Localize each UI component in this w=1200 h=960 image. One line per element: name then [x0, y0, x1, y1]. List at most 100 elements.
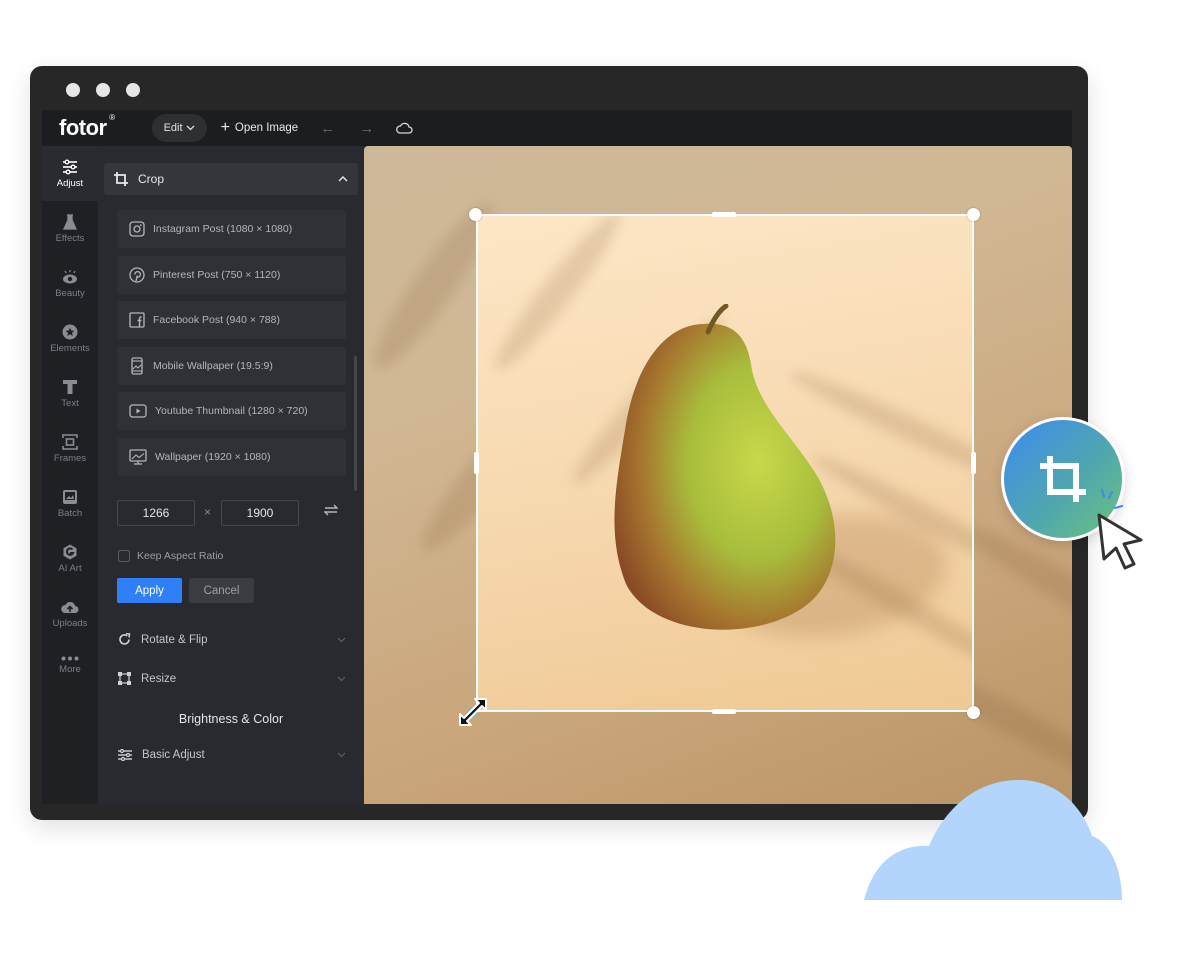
crop-icon: [114, 172, 128, 186]
crop-handle-bottom-right[interactable]: [967, 706, 980, 719]
text-icon: [63, 379, 77, 394]
dimension-separator: ×: [204, 505, 212, 519]
sidebar-label: Adjust: [56, 177, 84, 189]
undo-arrow-left-icon[interactable]: ←: [320, 120, 335, 137]
star-circle-icon: [62, 324, 78, 339]
open-image-label: Open Image: [234, 122, 299, 134]
youtube-icon: [129, 404, 147, 418]
sidebar-item-ai-art[interactable]: AI Art: [42, 531, 98, 586]
crop-preset-instagram[interactable]: Instagram Post (1080 × 1080): [117, 210, 346, 248]
crop-preset-pinterest[interactable]: Pinterest Post (750 × 1120): [117, 256, 346, 294]
crop-height-input[interactable]: 1900: [221, 500, 299, 526]
basic-adjust-section[interactable]: Basic Adjust: [118, 749, 346, 761]
window-maximize-button[interactable]: [126, 83, 140, 97]
keep-aspect-ratio-label: Keep Aspect Ratio: [137, 550, 224, 562]
sidebar-item-text[interactable]: Text: [42, 366, 98, 421]
panel-scrollbar[interactable]: [354, 356, 357, 491]
sidebar-item-uploads[interactable]: Uploads: [42, 586, 98, 641]
preset-label: Pinterest Post (750 × 1120): [153, 269, 281, 281]
window-controls: [66, 83, 140, 97]
window-minimize-button[interactable]: [96, 83, 110, 97]
adjust-panel: Crop Instagram Post (1080 × 1080) Pinter…: [98, 146, 364, 804]
decorative-cloud-icon: [864, 780, 1122, 900]
batch-icon: [63, 489, 77, 504]
chevron-down-icon: [337, 637, 346, 642]
sidebar-label: Frames: [53, 452, 87, 464]
crop-preset-wallpaper[interactable]: Wallpaper (1920 × 1080): [117, 438, 346, 476]
edit-menu-button[interactable]: Edit: [151, 114, 207, 142]
click-sparkle-icon: [1100, 488, 1124, 510]
chevron-down-icon: [337, 752, 346, 758]
instagram-icon: [129, 221, 145, 237]
keep-aspect-ratio-checkbox[interactable]: [118, 550, 130, 562]
plus-icon: +: [220, 119, 230, 136]
crop-preset-facebook[interactable]: Facebook Post (940 × 788): [117, 301, 346, 339]
pinterest-icon: [129, 267, 145, 283]
mobile-icon: [131, 357, 143, 375]
crop-section-header[interactable]: Crop: [104, 163, 358, 195]
monitor-icon: [129, 449, 147, 465]
pear-image: [614, 304, 836, 630]
chevron-down-icon: [337, 676, 346, 681]
swap-dimensions-icon[interactable]: [324, 504, 338, 516]
resize-section[interactable]: Resize: [118, 672, 346, 685]
sliders-icon: [63, 159, 77, 174]
crop-handle-top[interactable]: [712, 212, 736, 217]
crop-handle-bottom[interactable]: [712, 709, 736, 714]
sidebar-item-batch[interactable]: Batch: [42, 476, 98, 531]
sidebar-item-frames[interactable]: Frames: [42, 421, 98, 476]
section-label: Basic Adjust: [142, 749, 205, 761]
fotor-logo[interactable]: fotor ®: [59, 113, 115, 141]
edit-label: Edit: [163, 122, 183, 134]
keep-aspect-ratio-row[interactable]: Keep Aspect Ratio: [118, 550, 223, 562]
preset-label: Youtube Thumbnail (1280 × 720): [155, 405, 308, 417]
crop-handle-left[interactable]: [474, 452, 479, 474]
facebook-icon: [129, 312, 145, 328]
preset-label: Wallpaper (1920 × 1080): [155, 451, 271, 463]
window-close-button[interactable]: [66, 83, 80, 97]
editor-app: fotor ® Edit + Open Image ← → Adjust Effe…: [42, 110, 1072, 804]
resize-icon: [118, 672, 131, 685]
sidebar-label: Text: [61, 397, 79, 409]
crop-preset-mobile-wallpaper[interactable]: Mobile Wallpaper (19.5:9): [117, 347, 346, 385]
frame-icon: [62, 433, 78, 450]
sliders-icon: [118, 749, 132, 761]
sidebar-label: More: [59, 663, 81, 675]
sidebar-item-effects[interactable]: Effects: [42, 201, 98, 256]
sidebar-item-adjust[interactable]: Adjust: [42, 146, 98, 201]
brightness-color-heading: Brightness & Color: [178, 712, 284, 726]
sidebar-label: AI Art: [58, 562, 82, 574]
crop-handle-right[interactable]: [971, 452, 976, 474]
crop-icon: [1040, 456, 1086, 502]
sidebar-item-beauty[interactable]: Beauty: [42, 256, 98, 311]
top-toolbar: fotor ® Edit + Open Image ← →: [42, 110, 1072, 146]
rotate-flip-section[interactable]: Rotate & Flip: [118, 633, 346, 646]
crop-selection[interactable]: [476, 214, 974, 712]
chevron-up-icon: [338, 176, 348, 182]
crop-width-input[interactable]: 1266: [117, 500, 195, 526]
crop-preset-youtube[interactable]: Youtube Thumbnail (1280 × 720): [117, 392, 346, 430]
open-image-button[interactable]: + Open Image: [221, 120, 299, 136]
rotate-icon: [119, 633, 131, 645]
tool-sidebar: Adjust Effects Beauty Elements Text Fram…: [42, 146, 98, 804]
upload-cloud-icon: [61, 601, 79, 613]
redo-arrow-right-icon[interactable]: →: [359, 120, 374, 137]
section-label: Resize: [141, 672, 177, 685]
sidebar-item-more[interactable]: More: [42, 641, 98, 689]
sidebar-label: Batch: [57, 507, 83, 519]
mouse-pointer-icon: [1097, 513, 1143, 570]
sidebar-label: Uploads: [52, 617, 88, 629]
eye-icon: [63, 269, 77, 283]
sidebar-item-elements[interactable]: Elements: [42, 311, 98, 366]
crop-title: Crop: [138, 172, 165, 186]
sidebar-label: Elements: [50, 342, 90, 354]
preset-label: Facebook Post (940 × 788): [153, 314, 280, 326]
cloud-icon[interactable]: [396, 122, 413, 134]
crop-handle-top-right[interactable]: [967, 208, 980, 221]
preset-label: Instagram Post (1080 × 1080): [153, 223, 293, 235]
apply-button[interactable]: Apply: [117, 578, 182, 603]
sidebar-label: Beauty: [55, 287, 85, 299]
cancel-button[interactable]: Cancel: [189, 578, 254, 603]
crop-handle-top-left[interactable]: [469, 208, 482, 221]
chevron-down-icon: [186, 125, 195, 131]
